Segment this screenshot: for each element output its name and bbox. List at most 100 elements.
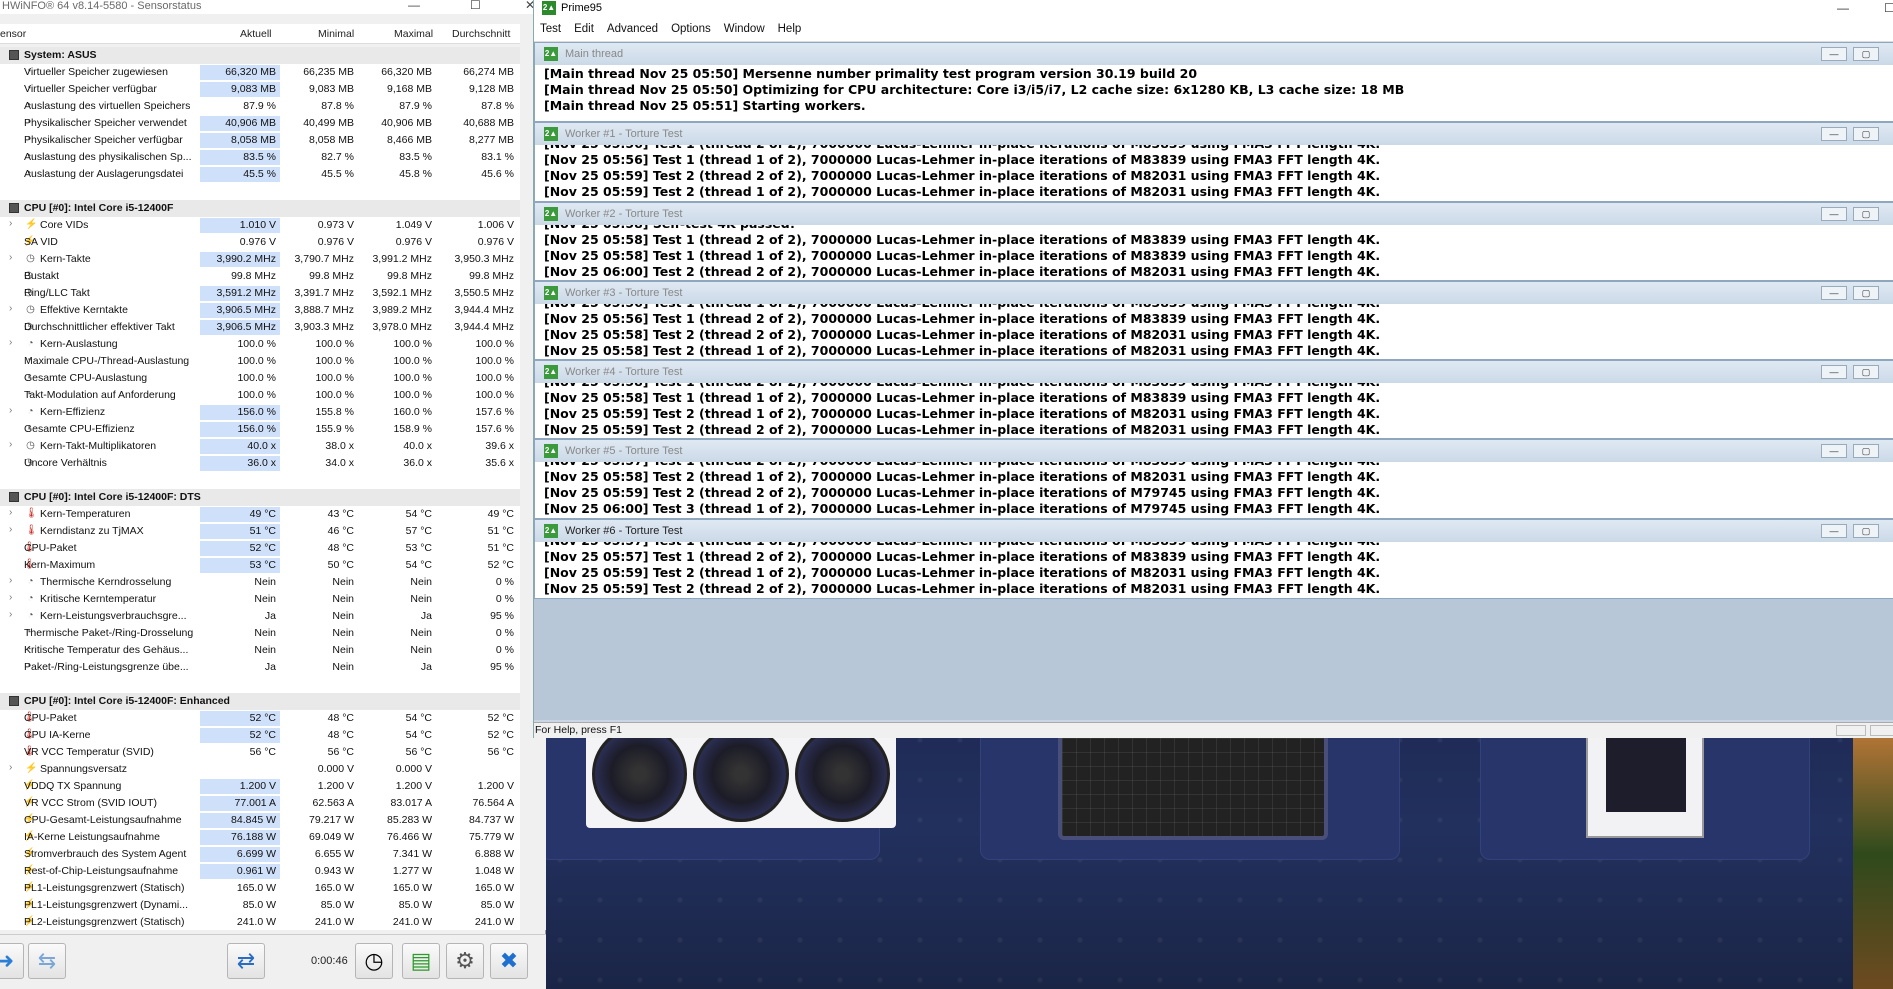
sensor-row[interactable]: ⚡ PL1-Leistungsgrenzwert (Statisch) 165.0 … [0, 880, 520, 897]
menu-help[interactable]: Help [778, 23, 802, 35]
settings-gear-icon[interactable]: ⚙ [446, 943, 484, 979]
child-titlebar[interactable]: 2▲ Main thread — ▢ [535, 43, 1893, 65]
maximize-icon[interactable]: ▢ [1853, 524, 1879, 538]
sensor-row[interactable]: › ⚡ Core VIDs 1.010 V 0.973 V 1.049 V 1.006 V [0, 217, 520, 234]
maximize-icon[interactable]: ▢ [1853, 207, 1879, 221]
maximize-icon[interactable]: ▢ [1853, 365, 1879, 379]
sensor-row[interactable]: ◔ Physikalischer Speicher verwendet 40,906… [0, 115, 520, 132]
maximize-icon[interactable]: ▢ [1853, 444, 1879, 458]
child-titlebar[interactable]: 2▲ Worker #4 - Torture Test — ▢ [535, 361, 1893, 383]
menu-options[interactable]: Options [671, 23, 711, 35]
minimize-icon[interactable]: — [1821, 524, 1847, 538]
sensor-row[interactable]: 🌡 VR VCC Temperatur (SVID) 56 °C 56 °C 56 °C… [0, 744, 520, 761]
maximize-icon[interactable]: ▢ [1853, 127, 1879, 141]
sensor-row[interactable]: ◔ Auslastung der Auslagerungsdatei 45.5 % 4… [0, 166, 520, 183]
log-output[interactable]: [Nov 25 05:58] Self-test 4K passed![Nov … [535, 225, 1893, 280]
child-titlebar[interactable]: 2▲ Worker #5 - Torture Test — ▢ [535, 440, 1893, 462]
column-header-current[interactable]: Aktuell [240, 28, 272, 40]
sensor-row[interactable]: ◔ Thermische Paket-/Ring-Drosselung Nein Ne… [0, 625, 520, 642]
sensor-group-header[interactable]: CPU [#0]: Intel Core i5-12400F: Enhanced [0, 693, 520, 710]
hwinfo-titlebar[interactable]: HWiNFO® 64 v8.14-5580 - Sensorstatus — ☐… [0, 0, 545, 14]
sensor-row[interactable]: ◔ Virtueller Speicher zugewiesen 66,320 MB… [0, 64, 520, 81]
maximize-icon[interactable]: ▢ [1853, 286, 1879, 300]
minimize-icon[interactable]: — [408, 0, 420, 11]
sensor-row[interactable]: › ◔ Kern-Auslastung 100.0 % 100.0 % 100.0 % 10… [0, 336, 520, 353]
child-titlebar[interactable]: 2▲ Worker #1 - Torture Test — ▢ [535, 123, 1893, 145]
expand-chevron-icon[interactable]: › [9, 762, 12, 773]
sensor-row[interactable]: › 🌡 Kern-Temperaturen 49 °C 43 °C 54 °C 49 °C [0, 506, 520, 523]
child-titlebar[interactable]: 2▲ Worker #3 - Torture Test — ▢ [535, 282, 1893, 304]
minimize-icon[interactable]: — [1821, 365, 1847, 379]
minimize-icon[interactable]: — [1837, 0, 1849, 16]
sensor-row[interactable]: ◷ Durchschnittlicher effektiver Takt 3,906… [0, 319, 520, 336]
sensor-row[interactable]: ⚡ CPU-Gesamt-Leistungsaufnahme 84.845 W 79.… [0, 812, 520, 829]
log-output[interactable]: [Nov 25 05:57] Test 1 (thread 1 of 2), 7… [535, 542, 1893, 598]
expand-chevron-icon[interactable]: › [9, 609, 12, 620]
expand-chevron-icon[interactable]: › [9, 524, 12, 535]
column-header-minimum[interactable]: Minimal [318, 28, 354, 40]
log-output[interactable]: [Nov 25 05:57] Test 1 (thread 2 of 2), 7… [535, 462, 1893, 518]
sensor-row[interactable]: › ◔ Kern-Effizienz 156.0 % 155.8 % 160.0 % 157… [0, 404, 520, 421]
maximize-icon[interactable]: ▢ [1853, 47, 1879, 61]
expand-chevron-icon[interactable]: › [9, 507, 12, 518]
sensor-row[interactable]: ◔ Maximale CPU-/Thread-Auslastung 100.0 % 1… [0, 353, 520, 370]
prime95-titlebar[interactable]: 2▲ Prime95 — ☐ [534, 0, 1893, 16]
minimize-icon[interactable]: — [1821, 207, 1847, 221]
sensor-row[interactable]: ◷ Bustakt 99.8 MHz 99.8 MHz 99.8 MHz 99.8 MHz [0, 268, 520, 285]
sensor-row[interactable]: › ◔ Kern-Leistungsverbrauchsgre... Ja Nein Ja… [0, 608, 520, 625]
sensor-row[interactable]: ⚡ Rest-of-Chip-Leistungsaufnahme 0.961 W 0.… [0, 863, 520, 880]
sensor-row[interactable]: 🌡 CPU-Paket 52 °C 48 °C 53 °C 51 °C [0, 540, 520, 557]
column-header-sensor[interactable]: ensor [0, 28, 26, 40]
expand-chevron-icon[interactable]: › [9, 252, 12, 263]
clock-reset-icon[interactable]: ◷ [355, 943, 393, 979]
menu-advanced[interactable]: Advanced [607, 23, 658, 35]
expand-chevron-icon[interactable]: › [9, 303, 12, 314]
sensor-row[interactable]: ◔ Kritische Temperatur des Gehäus... Nein N… [0, 642, 520, 659]
sensor-row[interactable]: ⚡ VR VCC Strom (SVID IOUT) 77.001 A 62.563 … [0, 795, 520, 812]
worker-window[interactable]: 2▲ Worker #5 - Torture Test — ▢ [Nov 25 05:5… [534, 439, 1893, 519]
menu-window[interactable]: Window [724, 23, 765, 35]
sensor-row[interactable]: › ◷ Kern-Takte 3,990.2 MHz 3,790.7 MHz 3,991.… [0, 251, 520, 268]
main-thread-window[interactable]: 2▲ Main thread — ▢ [Main thread Nov 25 05:50… [534, 42, 1893, 122]
sensor-row[interactable]: ◔ Physikalischer Speicher verfügbar 8,058 … [0, 132, 520, 149]
expand-chevron-icon[interactable]: › [9, 337, 12, 348]
sensor-row[interactable]: ⚡ VDDQ TX Spannung 1.200 V 1.200 V 1.200 V 1.… [0, 778, 520, 795]
log-output[interactable]: [Nov 25 05:56] Test 1 (thread 1 of 2), 7… [535, 304, 1893, 359]
maximize-icon[interactable]: ☐ [470, 0, 481, 11]
sensor-group-header[interactable]: CPU [#0]: Intel Core i5-12400F: DTS [0, 489, 520, 506]
expand-chevron-icon[interactable]: › [9, 592, 12, 603]
log-output[interactable]: [Nov 25 05:58] Test 1 (thread 2 of 2), 7… [535, 383, 1893, 438]
log-file-icon[interactable]: ▤ [402, 943, 440, 979]
worker-window[interactable]: 2▲ Worker #4 - Torture Test — ▢ [Nov 25 05:5… [534, 360, 1893, 439]
sensor-row[interactable]: ⚡ SA VID 0.976 V 0.976 V 0.976 V 0.976 V [0, 234, 520, 251]
close-x-icon[interactable]: ✖ [490, 943, 528, 979]
sensor-group-header[interactable]: CPU [#0]: Intel Core i5-12400F [0, 200, 520, 217]
sensor-row[interactable]: ◔ Paket-/Ring-Leistungsgrenze übe... Ja Nei… [0, 659, 520, 676]
sensor-row[interactable]: ◔ Takt-Modulation auf Anforderung 100.0 % 1… [0, 387, 520, 404]
maximize-icon[interactable]: ☐ [1884, 0, 1893, 16]
child-titlebar[interactable]: 2▲ Worker #2 - Torture Test — ▢ [535, 203, 1893, 225]
worker-window[interactable]: 2▲ Worker #2 - Torture Test — ▢ [Nov 25 05:5… [534, 202, 1893, 281]
next-arrow-icon[interactable]: ➜ [0, 943, 24, 979]
sensor-group-header[interactable]: System: ASUS [0, 47, 520, 64]
minimize-icon[interactable]: — [1821, 286, 1847, 300]
sensor-row[interactable]: ◔ Auslastung des physikalischen Sp... 83.5… [0, 149, 520, 166]
child-titlebar[interactable]: 2▲ Worker #6 - Torture Test — ▢ [535, 520, 1893, 542]
minimize-icon[interactable]: — [1821, 444, 1847, 458]
worker-window[interactable]: 2▲ Worker #3 - Torture Test — ▢ [Nov 25 05:5… [534, 281, 1893, 360]
minimize-icon[interactable]: — [1821, 127, 1847, 141]
worker-window[interactable]: 2▲ Worker #6 - Torture Test — ▢ [Nov 25 05:5… [534, 519, 1893, 599]
sensor-row[interactable]: ◔ Virtueller Speicher verfügbar 9,083 MB 9,… [0, 81, 520, 98]
sensor-row[interactable]: › ◷ Kern-Takt-Multiplikatoren 40.0 x 38.0 x 4… [0, 438, 520, 455]
sensor-row[interactable]: › ◷ Effektive Kerntakte 3,906.5 MHz 3,888.7 … [0, 302, 520, 319]
sensor-row[interactable]: 🌡 Kern-Maximum 53 °C 50 °C 54 °C 52 °C [0, 557, 520, 574]
sensor-row[interactable]: › ◔ Thermische Kerndrosselung Nein Nein Nein 0… [0, 574, 520, 591]
expand-chevron-icon[interactable]: › [9, 405, 12, 416]
expand-chevron-icon[interactable]: › [9, 218, 12, 229]
expand-chevron-icon[interactable]: › [9, 439, 12, 450]
sensor-row[interactable]: 🌡 CPU IA-Kerne 52 °C 48 °C 54 °C 52 °C [0, 727, 520, 744]
sensor-row[interactable]: › ◔ Kritische Kerntemperatur Nein Nein Nein 0 … [0, 591, 520, 608]
menu-edit[interactable]: Edit [574, 23, 594, 35]
sensor-row[interactable]: ⚡ PL1-Leistungsgrenzwert (Dynami... 85.0 W… [0, 897, 520, 914]
sensor-row[interactable]: ◷ Uncore Verhältnis 36.0 x 34.0 x 36.0 x 35.6… [0, 455, 520, 472]
